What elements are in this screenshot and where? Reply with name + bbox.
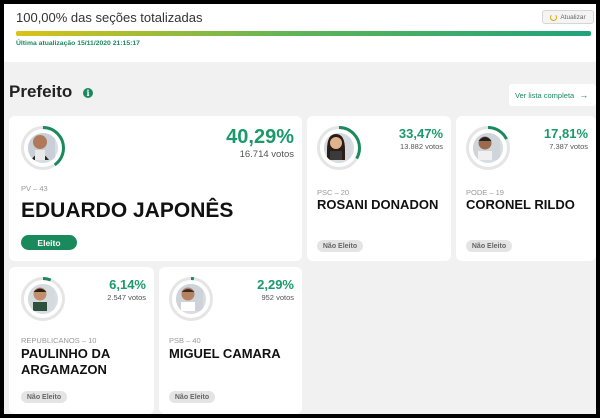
refresh-button[interactable]: Atualizar bbox=[542, 10, 594, 24]
vote-percentage: 40,29% bbox=[226, 126, 294, 148]
avatar bbox=[324, 133, 354, 163]
vote-count: 2.547 votos bbox=[107, 293, 146, 302]
info-icon[interactable]: i bbox=[83, 88, 93, 98]
candidate-name: CORONEL RILDO bbox=[466, 197, 575, 212]
vote-share-ring bbox=[21, 277, 65, 321]
party-number: PV – 43 bbox=[21, 184, 48, 193]
status-badge: Não Eleito bbox=[466, 240, 512, 252]
vote-percentage: 17,81% bbox=[543, 126, 588, 141]
progress-fill bbox=[16, 31, 591, 36]
full-list-label: Ver lista completa bbox=[515, 90, 575, 100]
vote-percentage: 2,29% bbox=[257, 277, 294, 292]
candidate-name: PAULINHO DA ARGAMAZON bbox=[21, 346, 110, 377]
avatar bbox=[473, 133, 503, 163]
avatar bbox=[176, 284, 206, 314]
party-number: REPUBLICANOS – 10 bbox=[21, 336, 97, 345]
status-badge: Eleito bbox=[21, 235, 77, 250]
vote-count: 16.714 votos bbox=[239, 149, 294, 160]
candidate-name: EDUARDO JAPONÊS bbox=[21, 199, 234, 222]
status-badge: Não Eleito bbox=[169, 391, 215, 403]
status-badge: Não Eleito bbox=[21, 391, 67, 403]
vote-count: 952 votos bbox=[261, 293, 294, 302]
avatar bbox=[28, 133, 58, 163]
vote-count: 13.882 votos bbox=[400, 142, 443, 151]
vote-percentage: 6,14% bbox=[109, 277, 146, 292]
candidate-card-1[interactable]: 40,29% 16.714 votos PV – 43 EDUARDO JAPO… bbox=[9, 116, 302, 261]
avatar bbox=[28, 284, 58, 314]
vote-count: 7.387 votos bbox=[549, 142, 588, 151]
vote-share-ring bbox=[21, 126, 65, 170]
candidate-card-5[interactable]: 2,29% 952 votos PSB – 40 MIGUEL CAMARA N… bbox=[159, 267, 302, 414]
vote-share-ring bbox=[466, 126, 510, 170]
party-number: PSC – 20 bbox=[317, 188, 350, 197]
totalization-title: 100,00% das seções totalizadas bbox=[16, 10, 203, 25]
candidate-name: MIGUEL CAMARA bbox=[169, 346, 281, 361]
party-number: PODE – 19 bbox=[466, 188, 504, 197]
section-title: Prefeito bbox=[9, 82, 73, 101]
vote-share-ring bbox=[169, 277, 213, 321]
refresh-icon bbox=[550, 13, 558, 21]
candidate-card-4[interactable]: 6,14% 2.547 votos REPUBLICANOS – 10 PAUL… bbox=[9, 267, 154, 414]
vote-share-ring bbox=[317, 126, 361, 170]
refresh-label: Atualizar bbox=[560, 13, 586, 21]
last-update-text: Última atualização 15/11/2020 21:15:17 bbox=[16, 40, 140, 47]
vote-percentage: 33,47% bbox=[398, 126, 443, 141]
totalization-progress-bar bbox=[16, 31, 591, 36]
candidate-name: ROSANI DONADON bbox=[317, 197, 439, 212]
arrow-right-icon: → bbox=[579, 90, 589, 100]
candidate-card-3[interactable]: 17,81% 7.387 votos PODE – 19 CORONEL RIL… bbox=[456, 116, 596, 261]
party-number: PSB – 40 bbox=[169, 336, 201, 345]
totalization-status-bar: 100,00% das seções totalizadas Atualizar… bbox=[4, 4, 596, 62]
election-results-panel: 100,00% das seções totalizadas Atualizar… bbox=[4, 4, 596, 414]
status-badge: Não Eleito bbox=[317, 240, 363, 252]
candidate-card-2[interactable]: 33,47% 13.882 votos PSC – 20 ROSANI DONA… bbox=[307, 116, 451, 261]
full-list-link[interactable]: Ver lista completa → bbox=[509, 84, 596, 106]
